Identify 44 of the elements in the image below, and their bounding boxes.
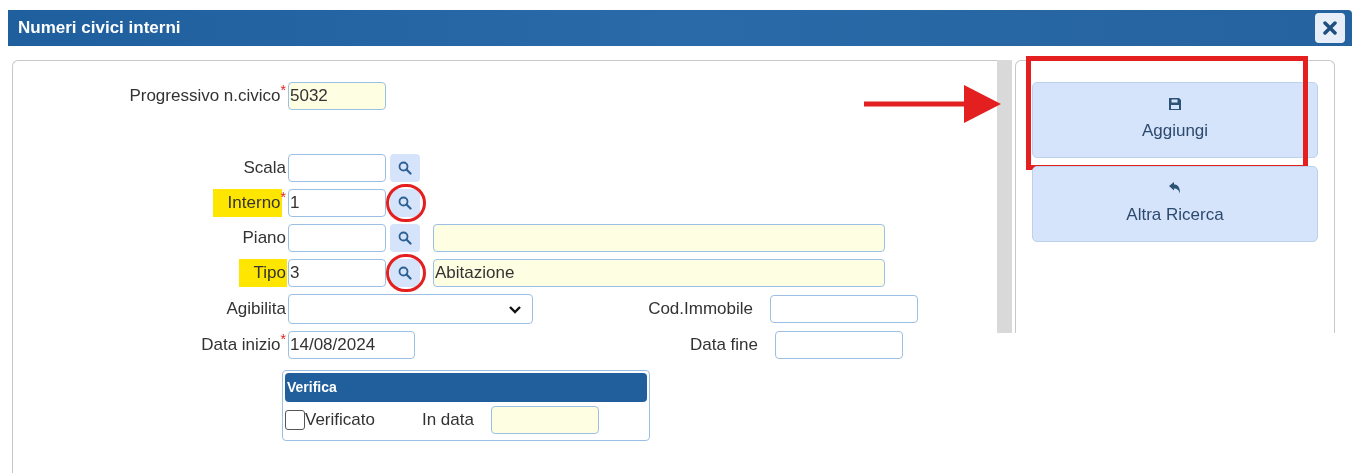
section-header: Verifica	[285, 373, 647, 402]
required-mark: *	[280, 331, 286, 347]
close-button[interactable]	[1315, 13, 1345, 43]
description-field[interactable]: Abitazione	[433, 259, 885, 287]
description-field[interactable]	[433, 224, 885, 252]
field-label: Piano	[242, 227, 286, 250]
text-field[interactable]: 5032	[288, 82, 386, 110]
close-icon	[1323, 21, 1337, 35]
text-field[interactable]	[288, 224, 386, 252]
date-field[interactable]: 14/08/2024	[288, 331, 415, 359]
dropdown[interactable]	[288, 294, 533, 324]
search-icon	[398, 266, 412, 280]
text-field[interactable]: 3	[288, 259, 386, 287]
text-field[interactable]	[775, 331, 903, 359]
field-label: Data fine	[688, 334, 758, 357]
field-label: Interno	[212, 189, 282, 217]
required-mark: *	[280, 189, 286, 205]
field-label: Scala	[243, 157, 286, 180]
field-label: Agibilita	[226, 298, 286, 321]
field-label: In data	[421, 409, 474, 432]
reply-arrow-icon	[1168, 180, 1182, 195]
scrollbar[interactable]	[997, 60, 1012, 333]
text-field[interactable]	[288, 154, 386, 182]
search-icon	[398, 231, 412, 245]
text-field[interactable]: 1	[288, 189, 386, 217]
chevron-down-icon	[508, 304, 522, 314]
field-label: Data inizio	[201, 335, 281, 357]
checkbox-label: Verificato	[305, 409, 375, 432]
search-button[interactable]	[390, 154, 420, 182]
field-label: Progressivo n.civico	[129, 86, 281, 108]
search-icon	[398, 196, 412, 210]
search-button[interactable]	[390, 189, 420, 217]
checkbox[interactable]	[285, 410, 305, 430]
date-field[interactable]	[490, 406, 599, 434]
search-button[interactable]	[390, 224, 420, 252]
search-icon	[398, 161, 412, 175]
window-title: Numeri civici interni	[18, 17, 181, 40]
action-button[interactable]: Aggiungi	[1032, 82, 1318, 158]
field-label: Cod.Immobile	[647, 298, 753, 321]
field-label: Tipo	[238, 259, 287, 287]
action-button[interactable]: Altra Ricerca	[1032, 166, 1318, 242]
text-field[interactable]	[770, 295, 918, 323]
required-mark: *	[280, 82, 286, 98]
search-button[interactable]	[390, 259, 420, 287]
